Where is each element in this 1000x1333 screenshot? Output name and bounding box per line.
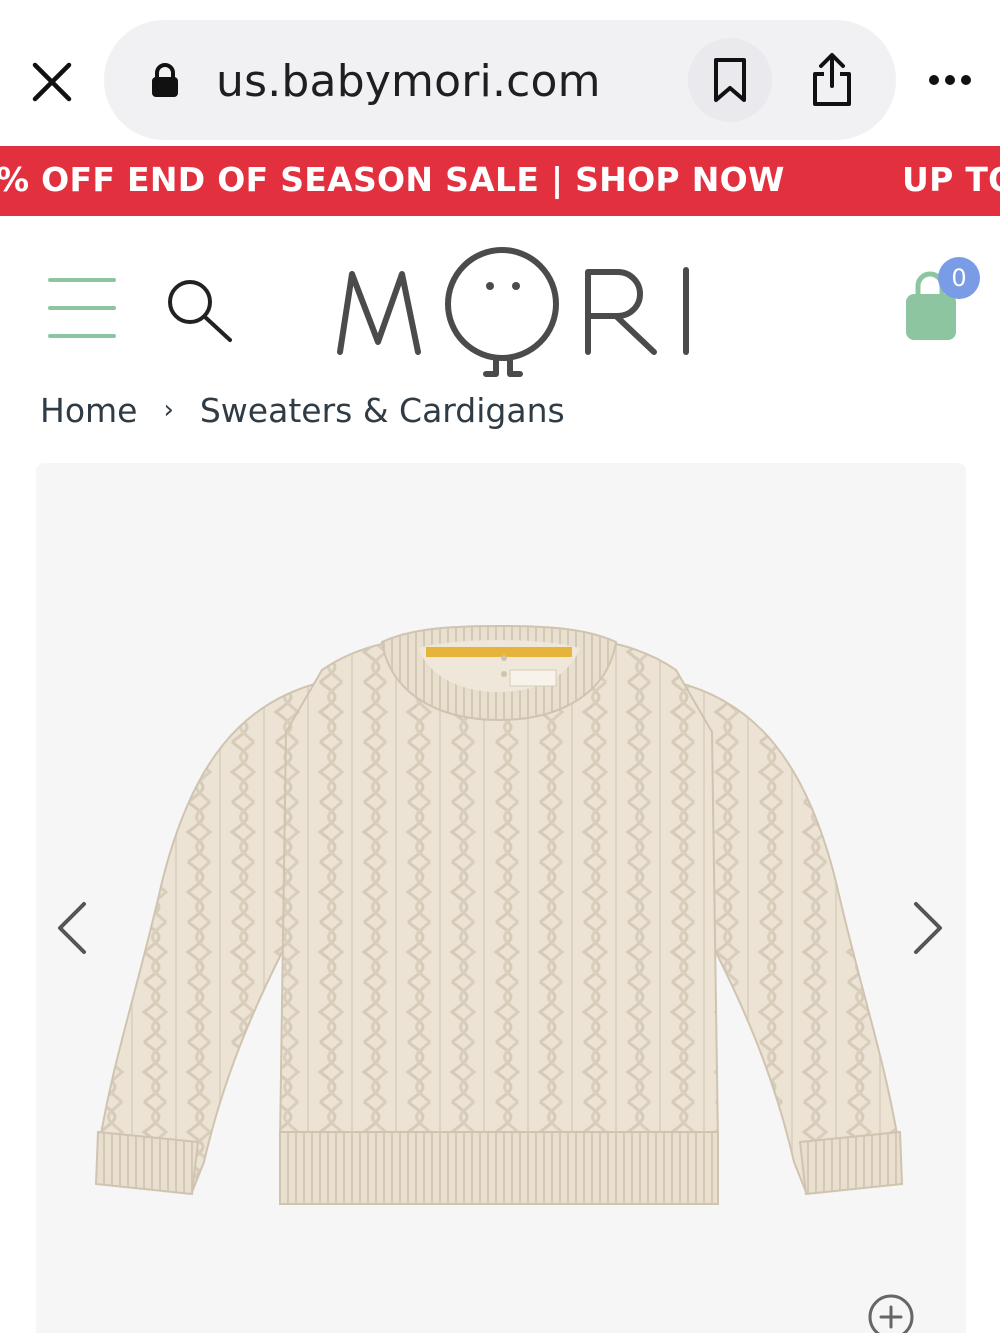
site-logo[interactable] — [330, 236, 700, 382]
close-icon[interactable] — [26, 56, 78, 108]
browser-toolbar: us.babymori.com — [0, 0, 1000, 145]
promo-text[interactable]: % OFF END OF SEASON SALE | SHOP NOW — [0, 160, 785, 199]
breadcrumb: Home › Sweaters & Cardigans — [40, 388, 565, 432]
menu-icon[interactable] — [48, 278, 116, 340]
chevron-right-icon[interactable] — [908, 898, 948, 958]
mori-logo-mark — [337, 247, 689, 377]
share-icon — [813, 53, 851, 106]
cart-count-badge[interactable]: 0 — [938, 257, 980, 299]
promo-banner[interactable]: % OFF END OF SEASON SALE | SHOP NOW UP T… — [0, 146, 1000, 216]
chevron-left-icon[interactable] — [52, 898, 92, 958]
breadcrumb-home[interactable]: Home — [40, 391, 137, 430]
bookmark-button[interactable] — [688, 38, 772, 122]
url-text[interactable]: us.babymori.com — [216, 56, 601, 107]
share-button[interactable] — [796, 40, 868, 120]
breadcrumb-separator: › — [163, 395, 174, 425]
zoom-in-icon[interactable] — [866, 1292, 916, 1333]
more-icon — [929, 75, 971, 85]
breadcrumb-category[interactable]: Sweaters & Cardigans — [200, 391, 565, 430]
search-icon[interactable] — [164, 276, 236, 344]
more-button[interactable] — [922, 60, 978, 100]
bookmark-icon — [714, 58, 746, 102]
lock-icon — [148, 62, 182, 98]
product-image[interactable] — [92, 622, 906, 1222]
promo-text-repeat[interactable]: UP TO — [902, 160, 1000, 199]
